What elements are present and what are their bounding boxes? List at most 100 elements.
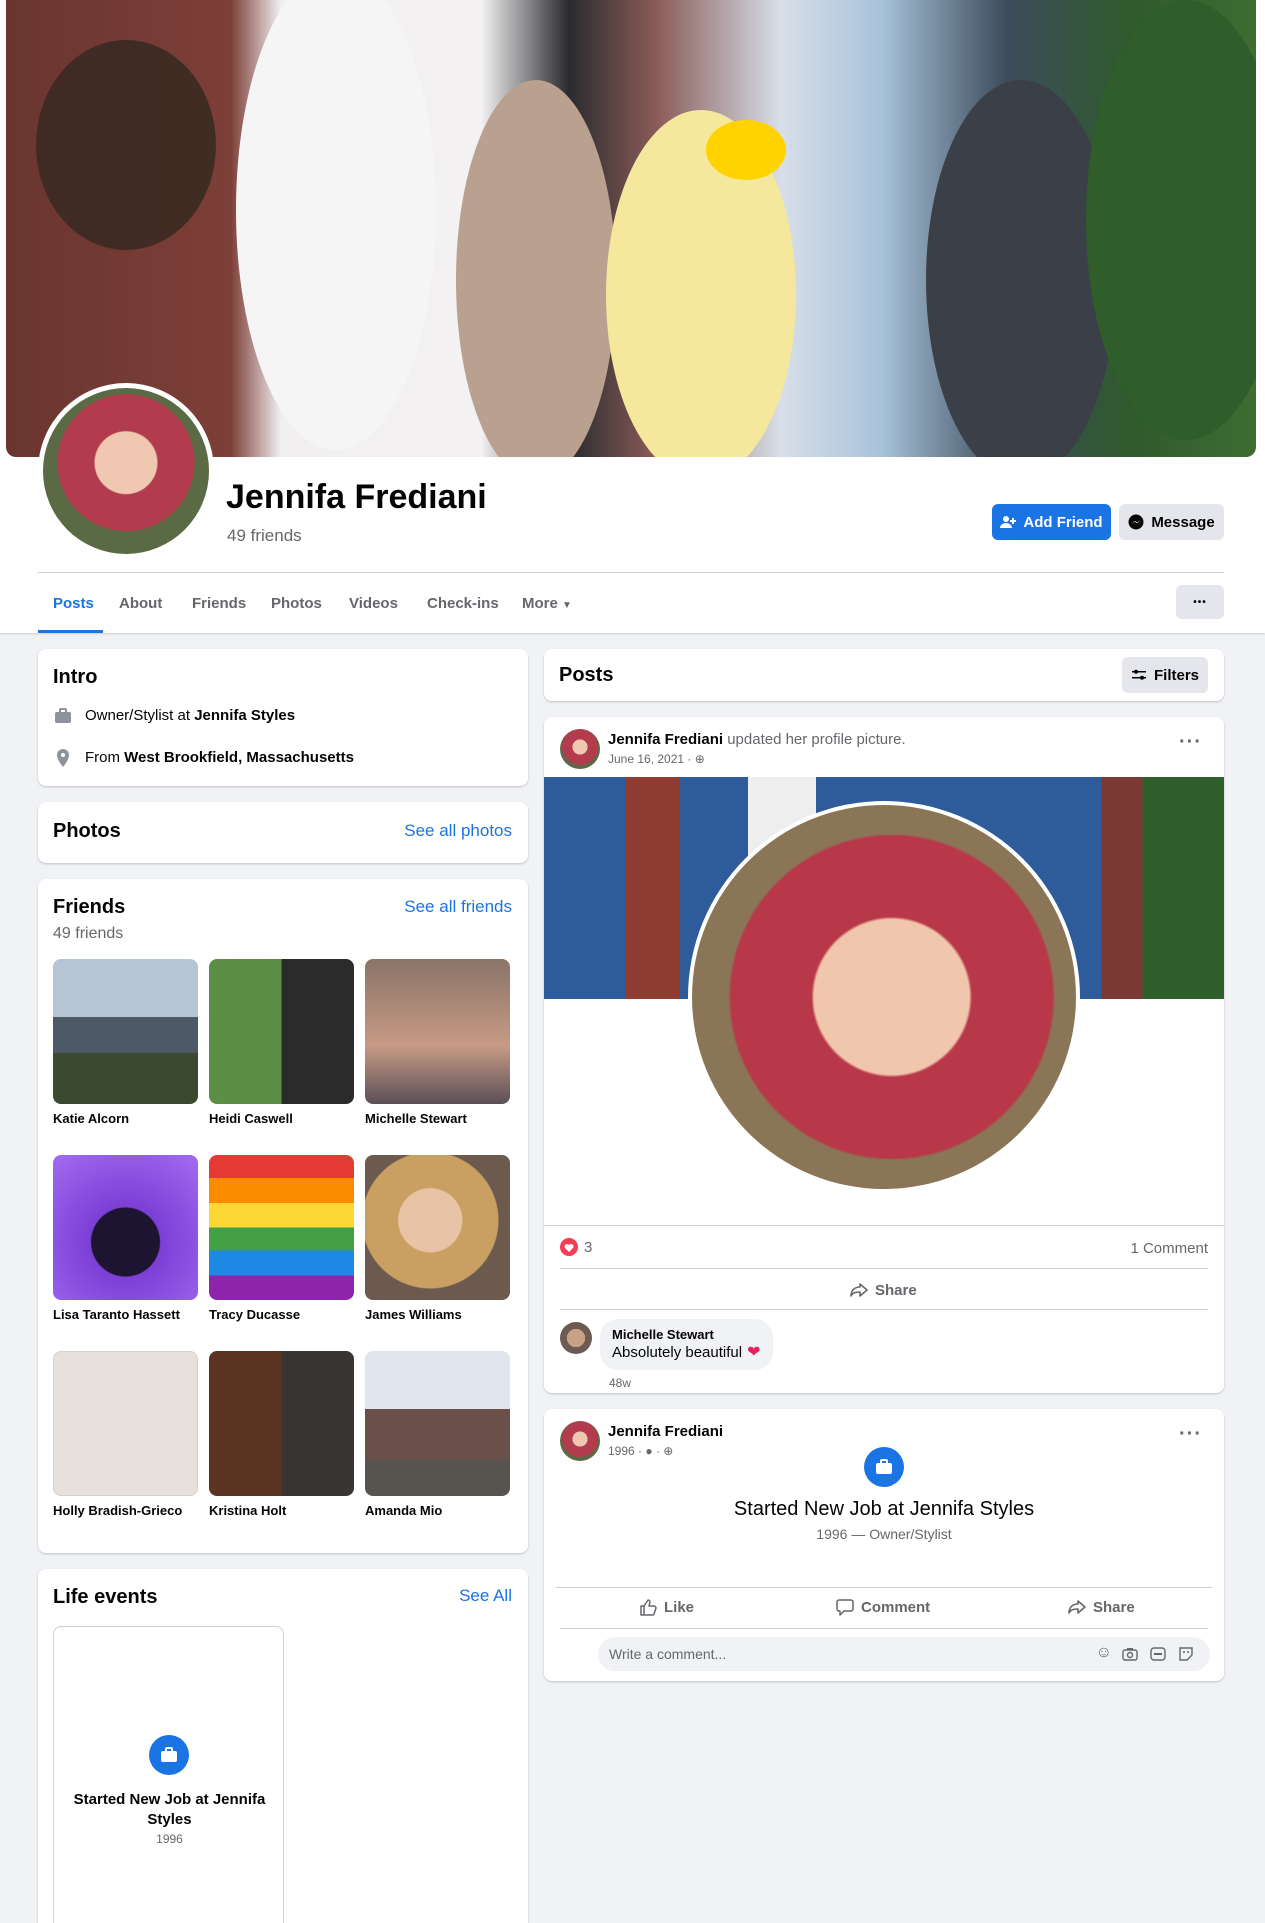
friend-photo[interactable] bbox=[365, 959, 510, 1104]
share-label: Share bbox=[1093, 1598, 1135, 1616]
friend-photo[interactable] bbox=[53, 1155, 198, 1300]
friend-name[interactable]: Heidi Caswell bbox=[209, 1111, 354, 1126]
life-event-tile[interactable]: Started New Job at Jennifa Styles 1996 bbox=[53, 1626, 284, 1923]
friend-tile[interactable]: Michelle Stewart bbox=[365, 959, 510, 1126]
caret-down-icon: ▼ bbox=[562, 600, 572, 611]
post-date[interactable]: 1996 · ● · ⊕ bbox=[608, 1444, 673, 1458]
friend-photo[interactable] bbox=[209, 959, 354, 1104]
tab-about[interactable]: About bbox=[119, 595, 162, 612]
friend-tile[interactable]: Kristina Holt bbox=[209, 1351, 354, 1518]
see-all-photos-link[interactable]: See all photos bbox=[404, 821, 512, 841]
tab-more-label: More bbox=[522, 595, 558, 612]
friend-photo[interactable] bbox=[365, 1155, 510, 1300]
see-all-friends-link[interactable]: See all friends bbox=[404, 897, 512, 917]
like-button[interactable]: Like bbox=[639, 1598, 694, 1616]
post-author-name[interactable]: Jennifa Frediani bbox=[608, 1423, 723, 1440]
comment-input[interactable]: Write a comment... ☺ bbox=[598, 1637, 1210, 1671]
friend-photo[interactable] bbox=[209, 1155, 354, 1300]
friend-photo[interactable] bbox=[365, 1351, 510, 1496]
life-events-card: Life events See All Started New Job at J… bbox=[38, 1569, 528, 1923]
friend-tile[interactable]: Tracy Ducasse bbox=[209, 1155, 354, 1322]
friend-name[interactable]: Amanda Mio bbox=[365, 1503, 510, 1518]
tab-posts[interactable]: Posts bbox=[53, 595, 94, 612]
friend-tile[interactable]: James Williams bbox=[365, 1155, 510, 1322]
friend-name[interactable]: Katie Alcorn bbox=[53, 1111, 198, 1126]
post-options-icon[interactable]: ··· bbox=[1179, 731, 1202, 754]
share-button[interactable]: Share bbox=[1068, 1598, 1135, 1616]
friend-name[interactable]: Lisa Taranto Hassett bbox=[53, 1307, 198, 1322]
post-author-avatar[interactable] bbox=[560, 1421, 600, 1461]
emoji-icon[interactable]: ☺ bbox=[1096, 1644, 1112, 1662]
profile-name: Jennifa Frediani bbox=[226, 478, 487, 516]
post-profile-picture[interactable] bbox=[688, 801, 1080, 1193]
friend-name[interactable]: Holly Bradish-Grieco bbox=[53, 1503, 198, 1518]
friend-photo[interactable] bbox=[53, 959, 198, 1104]
filters-button[interactable]: Filters bbox=[1122, 657, 1208, 693]
friend-tile[interactable]: Katie Alcorn bbox=[53, 959, 198, 1126]
friend-tile[interactable]: Holly Bradish-Grieco bbox=[53, 1351, 198, 1518]
add-person-icon bbox=[1000, 516, 1017, 528]
globe-icon: ⊕ bbox=[694, 752, 705, 766]
gif-icon[interactable] bbox=[1150, 1646, 1166, 1662]
camera-icon[interactable] bbox=[1122, 1646, 1138, 1662]
friend-name[interactable]: James Williams bbox=[365, 1307, 510, 1322]
post-date-text: June 16, 2021 · bbox=[608, 752, 695, 766]
add-friend-button[interactable]: Add Friend bbox=[992, 504, 1111, 540]
intro-work-link[interactable]: Jennifa Styles bbox=[194, 707, 295, 724]
comment-author[interactable]: Michelle Stewart bbox=[612, 1327, 761, 1342]
see-all-life-events-link[interactable]: See All bbox=[459, 1586, 512, 1606]
profile-avatar[interactable] bbox=[38, 383, 214, 559]
post-author-name[interactable]: Jennifa Frediani bbox=[608, 731, 723, 748]
post-card: Jennifa Frediani 1996 · ● · ⊕ ··· Starte… bbox=[544, 1409, 1224, 1681]
comment-placeholder: Write a comment... bbox=[609, 1646, 727, 1662]
profile-more-button[interactable]: ••• bbox=[1176, 585, 1224, 619]
cover-photo[interactable] bbox=[6, 0, 1256, 457]
friend-tile[interactable]: Lisa Taranto Hassett bbox=[53, 1155, 198, 1322]
comment-button[interactable]: Comment bbox=[836, 1598, 930, 1616]
comment-age[interactable]: 48w bbox=[609, 1376, 631, 1390]
friend-name[interactable]: Michelle Stewart bbox=[365, 1111, 510, 1126]
share-button[interactable]: Share bbox=[850, 1281, 917, 1299]
header-divider bbox=[38, 572, 1224, 573]
share-icon bbox=[1068, 1600, 1086, 1614]
sliders-icon bbox=[1131, 669, 1146, 680]
more-dots-icon: ••• bbox=[1193, 596, 1207, 608]
profile-friend-count[interactable]: 49 friends bbox=[227, 526, 302, 546]
post-options-icon[interactable]: ··· bbox=[1179, 1423, 1202, 1446]
post-header-line: Jennifa Frediani updated her profile pic… bbox=[608, 731, 906, 748]
tab-friends[interactable]: Friends bbox=[192, 595, 246, 612]
tab-checkins[interactable]: Check-ins bbox=[427, 595, 499, 612]
sticker-icon[interactable] bbox=[1178, 1646, 1194, 1662]
messenger-icon bbox=[1128, 514, 1144, 530]
post-author-avatar[interactable] bbox=[560, 729, 600, 769]
comment-body: Absolutely beautiful ❤ bbox=[612, 1342, 761, 1362]
photos-card: Photos See all photos bbox=[38, 802, 528, 863]
friend-name[interactable]: Kristina Holt bbox=[209, 1503, 354, 1518]
intro-work: Owner/Stylist at Jennifa Styles bbox=[85, 707, 295, 724]
friend-tile[interactable]: Amanda Mio bbox=[365, 1351, 510, 1518]
friend-photo[interactable] bbox=[209, 1351, 354, 1496]
share-label: Share bbox=[875, 1281, 917, 1299]
friends-title: Friends bbox=[53, 896, 126, 918]
tab-photos[interactable]: Photos bbox=[271, 595, 322, 612]
post-event-sub: 1996 — Owner/Stylist bbox=[816, 1526, 952, 1542]
friend-tile[interactable]: Heidi Caswell bbox=[209, 959, 354, 1126]
intro-work-prefix: Owner/Stylist at bbox=[85, 707, 195, 724]
commenter-avatar[interactable] bbox=[560, 1322, 592, 1354]
photos-title: Photos bbox=[53, 820, 121, 842]
friend-name[interactable]: Tracy Ducasse bbox=[209, 1307, 354, 1322]
post-date[interactable]: June 16, 2021 · ⊕ bbox=[608, 752, 705, 766]
add-friend-label: Add Friend bbox=[1023, 513, 1103, 531]
tab-more[interactable]: More ▼ bbox=[522, 595, 572, 612]
active-tab-indicator bbox=[38, 630, 103, 633]
friend-photo[interactable] bbox=[53, 1351, 198, 1496]
comment-label: Comment bbox=[861, 1598, 931, 1616]
post-event-title: Started New Job at Jennifa Styles bbox=[733, 1498, 1035, 1520]
message-button[interactable]: Message bbox=[1119, 504, 1224, 540]
intro-title: Intro bbox=[53, 666, 98, 688]
tab-videos[interactable]: Videos bbox=[349, 595, 398, 612]
comment-count-link[interactable]: 1 Comment bbox=[1130, 1240, 1208, 1257]
love-reaction-icon bbox=[560, 1238, 578, 1256]
intro-from-link[interactable]: West Brookfield, Massachusetts bbox=[124, 749, 354, 766]
reaction-summary[interactable]: 3 bbox=[560, 1238, 592, 1256]
